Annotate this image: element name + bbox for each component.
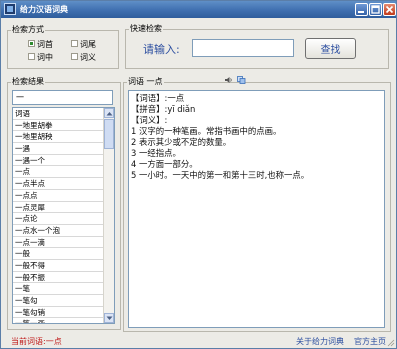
checkbox-word-middle-label[interactable]: 词中: [37, 52, 53, 63]
checkbox-word-meaning[interactable]: [71, 53, 78, 60]
results-list-rows: 词语 一地里胡拳 一地里胡秧 一遇 一遇一个 一点 一点半点 一点点 一点灵犀 一点论 一点水一个泡…: [13, 108, 104, 323]
dictionary-app-icon: [4, 3, 16, 15]
result-filter-input[interactable]: 一: [12, 90, 113, 105]
checkbox-word-start[interactable]: [28, 40, 35, 47]
current-word-status: 当前词语:一点: [11, 337, 62, 346]
list-item[interactable]: 一笔: [13, 283, 104, 295]
checkbox-word-meaning-label[interactable]: 词义: [80, 52, 96, 63]
checkbox-word-end[interactable]: [71, 40, 78, 47]
list-item[interactable]: 一点水一个泡: [13, 225, 104, 237]
definition-line: 5 一小时。一天中的第一和第十三时,也称一点。: [131, 170, 310, 180]
definition-header: 词语 一点: [127, 76, 164, 87]
list-item[interactable]: 一点: [13, 166, 104, 179]
list-item[interactable]: 一笔勾销: [13, 307, 104, 319]
arrow-up-icon: [106, 112, 113, 116]
close-button[interactable]: [383, 3, 396, 16]
list-item[interactable]: 一遇一个: [13, 155, 104, 167]
close-icon: [385, 5, 394, 14]
scroll-down-button[interactable]: [104, 313, 114, 323]
maximize-icon: [371, 5, 380, 14]
definition-lines: 【词语】:一点 【拼音】:yī diǎn 【词义】: 1 汉字的一种笔画。常指书画中的…: [131, 93, 382, 181]
search-mode-label: 检索方式: [11, 24, 45, 35]
search-prompt-label: 请输入:: [143, 43, 180, 56]
scroll-thumb[interactable]: [104, 119, 114, 149]
definition-line: 【词语】:一点: [131, 93, 185, 103]
list-item[interactable]: 一地里胡拳: [13, 120, 104, 132]
results-list[interactable]: 词语 一地里胡拳 一地里胡秧 一遇 一遇一个 一点 一点半点 一点点 一点灵犀 一点论 一点水一个泡…: [12, 107, 115, 324]
definition-line: 【词义】:: [131, 115, 168, 125]
list-item[interactable]: 一般不振: [13, 272, 104, 284]
official-home-link[interactable]: 官方主页: [354, 336, 386, 347]
list-item[interactable]: 一点半点: [13, 178, 104, 190]
speaker-icon[interactable]: [224, 76, 233, 84]
list-item[interactable]: 一地里胡秧: [13, 131, 104, 144]
list-item[interactable]: 一点论: [13, 213, 104, 225]
search-mode-group: [7, 30, 119, 69]
scroll-up-button[interactable]: [104, 108, 114, 118]
list-item[interactable]: 一般不得: [13, 260, 104, 272]
copy-icon[interactable]: [237, 76, 246, 84]
maximize-button[interactable]: [369, 3, 382, 16]
minimize-icon: [358, 11, 364, 13]
checkbox-word-middle[interactable]: [28, 53, 35, 60]
results-scrollbar[interactable]: [103, 108, 114, 323]
list-item[interactable]: 一笔一画: [13, 318, 104, 323]
minimize-button[interactable]: [355, 3, 368, 16]
list-item[interactable]: 一笔勾: [13, 295, 104, 307]
title-bar[interactable]: 给力汉语词典: [1, 1, 396, 18]
list-item[interactable]: 一般: [13, 248, 104, 260]
definition-line: 4 一方面一部分。: [131, 159, 198, 169]
list-item[interactable]: 词语: [13, 108, 104, 120]
definition-line: 2 表示其少或不定的数量。: [131, 137, 232, 147]
main-window: 给力汉语词典 检索方式 词首 词尾 词中 词义 快速检索 请输入: 查找 检索结…: [0, 0, 397, 349]
definition-line: 1 汉字的一种笔画。常指书画中的点画。: [131, 126, 282, 136]
definition-line: 3 一经指点。: [131, 148, 181, 158]
definition-text[interactable]: 【词语】:一点 【拼音】:yī diǎn 【词义】: 1 汉字的一种笔画。常指书画中的…: [128, 90, 385, 328]
definition-line: 【拼音】:yī diǎn: [131, 104, 196, 114]
arrow-down-icon: [106, 316, 113, 320]
about-link[interactable]: 关于给力词典: [296, 336, 344, 347]
list-item[interactable]: 一点一滴: [13, 237, 104, 249]
search-input[interactable]: [192, 39, 294, 57]
quick-search-label: 快速检索: [129, 23, 163, 34]
results-label: 检索结果: [11, 76, 45, 87]
checkbox-word-end-label[interactable]: 词尾: [80, 39, 96, 50]
checkbox-word-start-label[interactable]: 词首: [37, 39, 53, 50]
list-item[interactable]: 一点点: [13, 190, 104, 202]
resize-grip-icon[interactable]: [387, 339, 395, 347]
window-title: 给力汉语词典: [20, 5, 68, 14]
list-item[interactable]: 一遇: [13, 143, 104, 155]
find-button[interactable]: 查找: [305, 38, 356, 59]
list-item[interactable]: 一点灵犀: [13, 202, 104, 214]
